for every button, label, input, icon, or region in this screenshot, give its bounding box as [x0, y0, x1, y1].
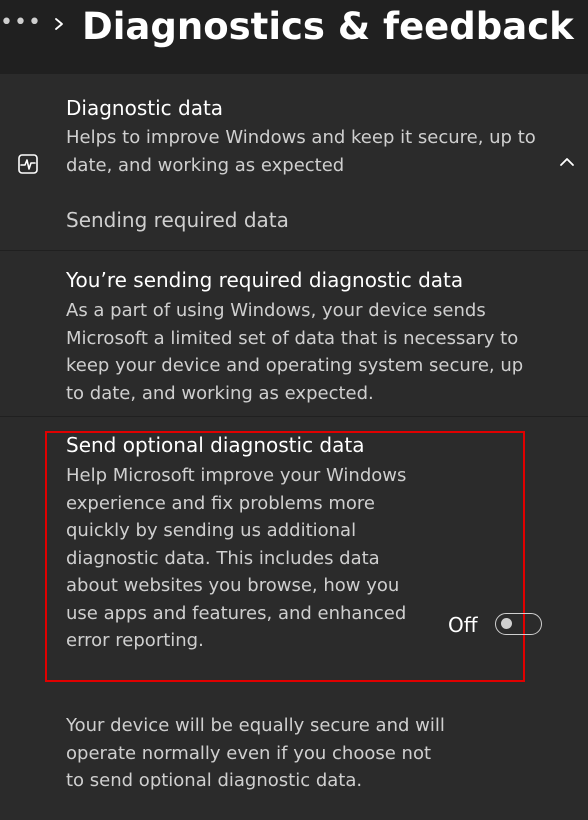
- optional-data-footnote: Your device will be equally secure and w…: [66, 715, 445, 791]
- optional-data-toggle[interactable]: [495, 613, 542, 635]
- diagnostic-data-status: Sending required data: [66, 208, 289, 232]
- chevron-up-icon[interactable]: [558, 155, 576, 169]
- page-header: ••• Diagnostics & feedback: [0, 0, 588, 72]
- diagnostic-data-description: Helps to improve Windows and keep it sec…: [66, 127, 536, 176]
- chevron-right-icon: [55, 18, 63, 30]
- required-data-title: You’re sending required diagnostic data: [66, 268, 464, 292]
- settings-page: ••• Diagnostics & feedback Diagnostic da…: [0, 0, 588, 820]
- toggle-knob: [501, 618, 512, 629]
- required-data-description: As a part of using Windows, your device …: [66, 300, 524, 404]
- more-options-icon[interactable]: •••: [0, 12, 41, 34]
- page-title: Diagnostics & feedback: [82, 5, 574, 48]
- highlight-box: [45, 431, 525, 682]
- diagnostic-data-title: Diagnostic data: [66, 96, 224, 120]
- optional-data-toggle-label: Off: [448, 613, 478, 637]
- pulse-icon: [18, 154, 38, 174]
